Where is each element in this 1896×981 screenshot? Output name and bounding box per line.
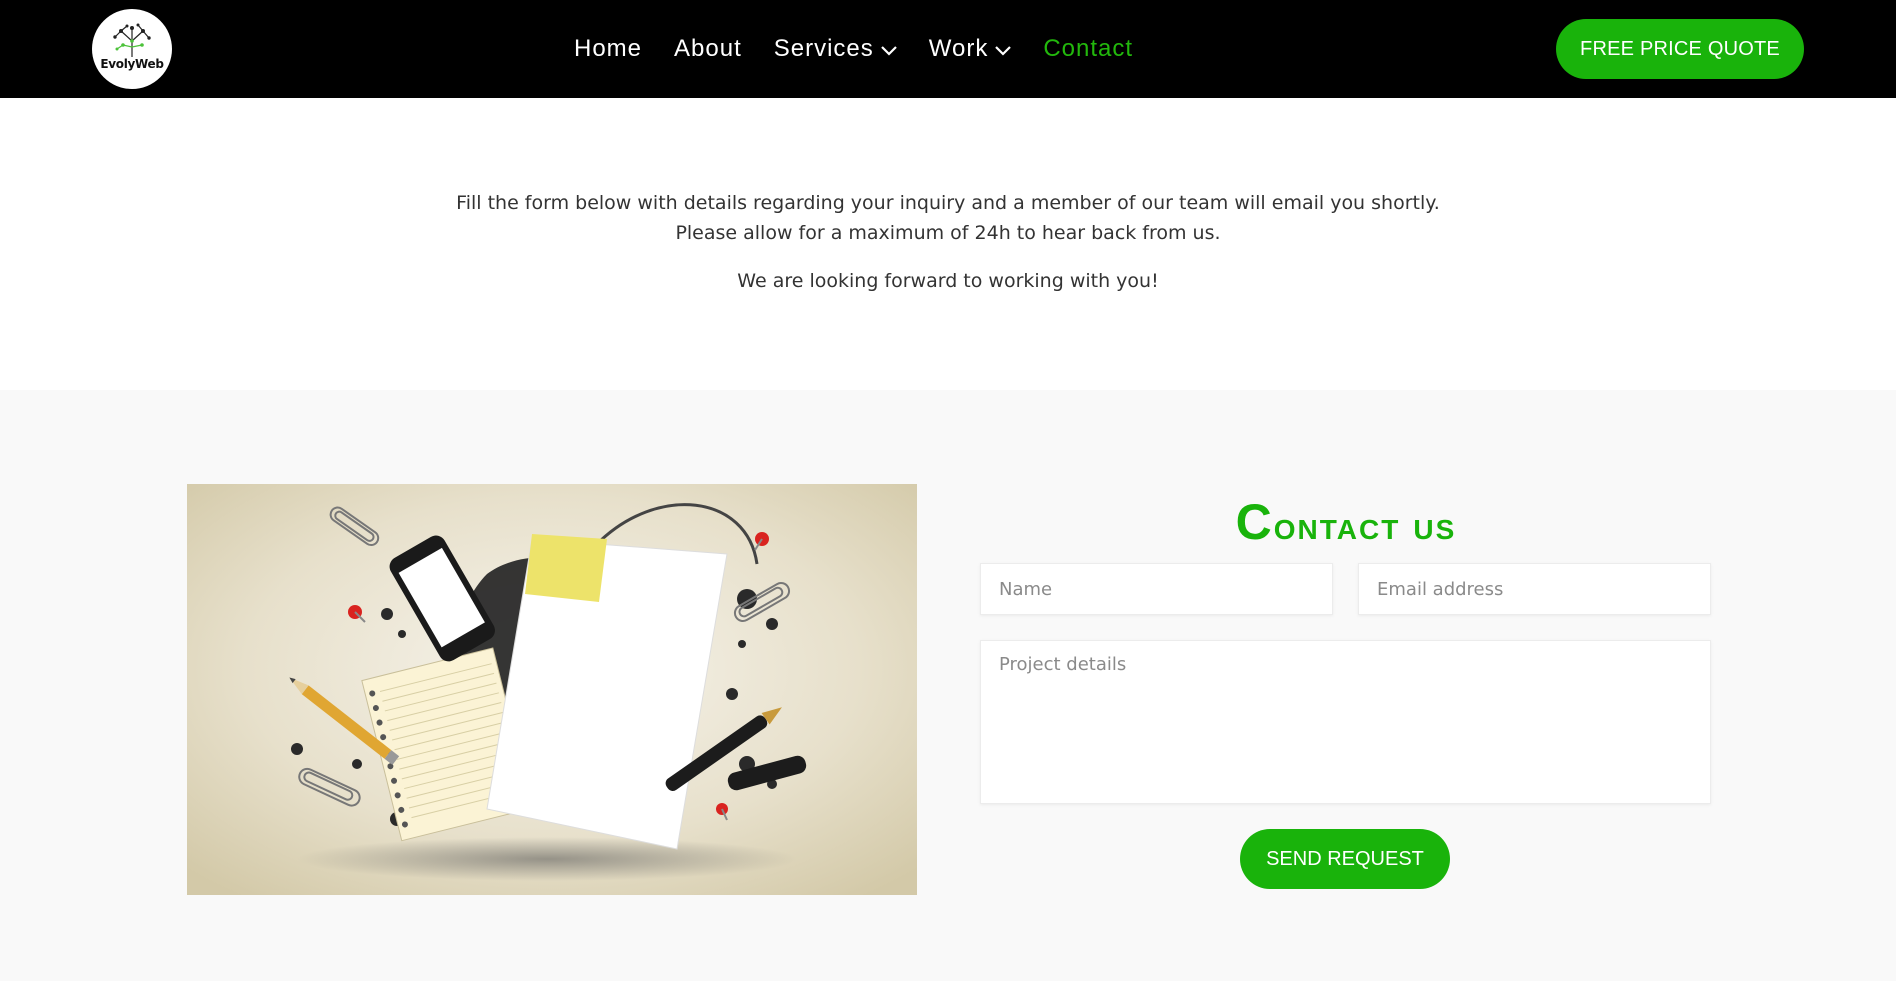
stationery-illustration [187, 484, 917, 895]
nav-services-label: Services [773, 35, 874, 62]
free-price-quote-button[interactable]: FREE PRICE QUOTE [1556, 19, 1804, 79]
nav-work[interactable]: Work [929, 35, 1012, 63]
nav-about-label: About [674, 35, 742, 62]
intro-line-3: We are looking forward to working with y… [737, 270, 1159, 292]
nav-work-label: Work [928, 35, 989, 62]
logo-text: EvolyWeb [100, 57, 164, 71]
site-header: EvolyWeb Home About Services Work Contac… [0, 0, 1896, 98]
contact-title-rest: ontact us [1273, 504, 1457, 548]
site-logo[interactable]: EvolyWeb [92, 9, 172, 89]
chevron-down-icon [995, 46, 1012, 56]
contact-section: Contact us SEND REQUEST [0, 390, 1896, 981]
email-field[interactable] [1358, 563, 1711, 615]
nav-home-label: Home [574, 35, 643, 62]
main-nav: Home About Services Work Contact [574, 0, 1165, 98]
name-field[interactable] [980, 563, 1333, 615]
intro-section: Fill the form below with details regardi… [0, 98, 1896, 390]
intro-line-2: Please allow for a maximum of 24h to hea… [675, 222, 1221, 244]
nav-services[interactable]: Services [774, 35, 897, 63]
project-details-field[interactable] [980, 640, 1711, 804]
nav-contact-label: Contact [1043, 35, 1134, 62]
tree-logo-icon [113, 23, 151, 57]
chevron-down-icon [881, 46, 897, 56]
intro-line-1: Fill the form below with details regardi… [456, 192, 1440, 214]
contact-title-initial: C [1235, 494, 1274, 550]
contact-form-title: Contact us [980, 493, 1712, 551]
send-request-button[interactable]: SEND REQUEST [1240, 829, 1450, 889]
nav-home[interactable]: Home [574, 35, 642, 63]
nav-about[interactable]: About [674, 35, 742, 63]
nav-contact[interactable]: Contact [1043, 35, 1133, 63]
